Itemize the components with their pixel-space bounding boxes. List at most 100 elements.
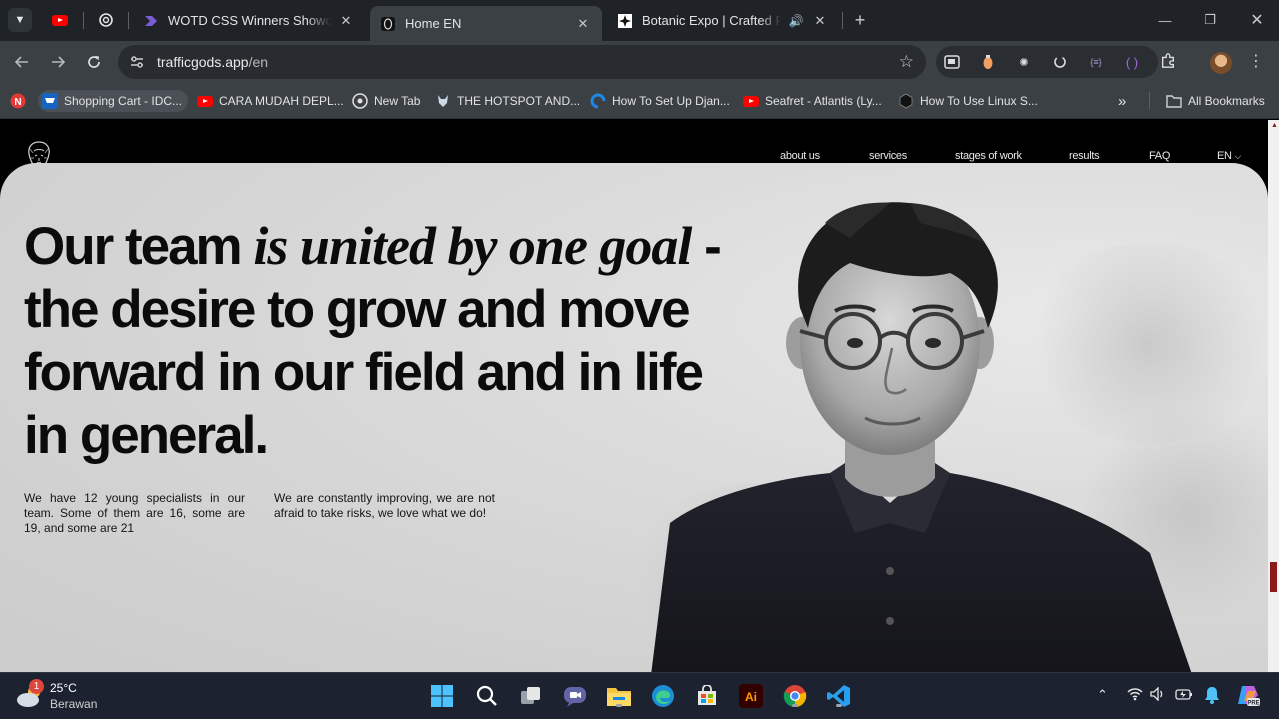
bookmark-label: How To Set Up Djan...	[612, 94, 730, 108]
notification-bell-icon[interactable]	[1204, 686, 1220, 707]
illustrator-button[interactable]: Ai	[737, 682, 765, 710]
edge-icon	[652, 685, 674, 707]
language-selector[interactable]: EN ⌵	[1217, 150, 1241, 162]
wifi-icon[interactable]	[1127, 687, 1143, 704]
scrollbar-thumb[interactable]	[1270, 562, 1277, 592]
teams-chat-button[interactable]	[561, 682, 589, 710]
running-indicator	[792, 704, 798, 707]
close-window-button[interactable]: ✕	[1235, 8, 1279, 32]
vscode-button[interactable]	[825, 682, 853, 710]
botanic-icon	[617, 13, 633, 29]
extension-purple-icon[interactable]: ( )	[1124, 54, 1140, 70]
chrome-button[interactable]	[781, 682, 809, 710]
youtube-icon	[52, 14, 68, 26]
bookmark-label: Seafret - Atlantis (Ly...	[765, 94, 882, 108]
back-button[interactable]	[10, 50, 34, 74]
start-button[interactable]	[428, 682, 456, 710]
forward-button[interactable]	[46, 50, 70, 74]
site-info-icon[interactable]	[129, 54, 145, 70]
bookmark-item[interactable]: Shopping Cart - IDC...	[38, 90, 189, 112]
team-description: We have 12 young specialists in our team…	[24, 491, 245, 535]
traffic-gods-icon	[380, 16, 396, 32]
web-page: about us services stages of work results…	[0, 120, 1268, 672]
cart-icon	[42, 93, 58, 109]
tab-separator	[83, 12, 84, 29]
battery-icon[interactable]	[1175, 687, 1193, 704]
extension-sync-icon[interactable]	[1052, 54, 1068, 70]
address-bar[interactable]: trafficgods.app/en ☆	[118, 45, 926, 79]
bookmark-item[interactable]: New Tab	[352, 90, 420, 112]
volume-icon[interactable]	[1150, 686, 1166, 704]
bookmark-item[interactable]: How To Set Up Djan...	[590, 90, 730, 112]
bookmarks-bar: N Shopping Cart - IDC... CARA MUDAH DEPL…	[0, 82, 1279, 119]
scroll-up-arrow-icon[interactable]: ▲	[1271, 122, 1278, 129]
nav-services[interactable]: services	[869, 150, 907, 162]
windows-taskbar: 1 25°C Berawan Ai ⌃ PRE	[0, 672, 1279, 719]
bookmark-n[interactable]: N	[10, 90, 32, 112]
tab-title: Botanic Expo | Crafted Futur	[642, 13, 781, 28]
copilot-icon[interactable]: PRE	[1236, 683, 1260, 710]
bookmark-item[interactable]: How To Use Linux S...	[898, 90, 1038, 112]
youtube-icon	[743, 93, 759, 109]
tab-home-en[interactable]: Home EN ✕	[370, 6, 602, 41]
new-tab-button[interactable]: +	[850, 10, 870, 30]
chrome-menu-icon[interactable]: ⋮	[1248, 51, 1264, 71]
close-tab-icon[interactable]: ✕	[337, 12, 355, 30]
bookmark-item[interactable]: CARA MUDAH DEPL...	[197, 90, 344, 112]
weather-widget[interactable]: 1 25°C Berawan	[16, 679, 126, 715]
nav-stages-of-work[interactable]: stages of work	[955, 150, 1022, 162]
svg-text:Ai: Ai	[745, 690, 757, 704]
hero-section: Our team is united by one goal - the des…	[0, 163, 1268, 672]
arrow-left-icon	[14, 56, 28, 68]
all-bookmarks-label: All Bookmarks	[1188, 94, 1265, 108]
page-scrollbar[interactable]: ▲	[1268, 120, 1279, 672]
temperature-text: 25°C	[50, 681, 77, 695]
wolf-icon	[435, 93, 451, 109]
pinned-tab-youtube[interactable]	[50, 10, 70, 30]
bookmark-item[interactable]: THE HOTSPOT AND...	[435, 90, 580, 112]
tab-strip: ▼ WOTD CSS Winners Showcase - ✕ Home EN …	[0, 0, 1279, 41]
tab-wotd[interactable]: WOTD CSS Winners Showcase - ✕	[133, 6, 365, 35]
nav-results[interactable]: results	[1069, 150, 1100, 162]
minimize-button[interactable]: —	[1143, 8, 1187, 32]
reload-button[interactable]	[82, 50, 106, 74]
browser-toolbar: trafficgods.app/en ☆ ✺ {≡} ( )	[0, 41, 1279, 82]
picture-in-picture-icon[interactable]	[944, 54, 960, 70]
extensions-puzzle-icon[interactable]	[1160, 53, 1176, 69]
tab-search-dropdown[interactable]: ▼	[8, 8, 32, 32]
profile-avatar[interactable]	[1210, 52, 1232, 74]
url-path: /en	[248, 54, 269, 70]
all-bookmarks-button[interactable]: All Bookmarks	[1166, 90, 1265, 112]
speaker-icon[interactable]: 🔊	[787, 12, 805, 30]
chatgpt-icon	[99, 13, 113, 27]
taskbar-search-button[interactable]	[473, 682, 501, 710]
extension-json-icon[interactable]: {≡}	[1088, 54, 1104, 70]
close-tab-icon[interactable]: ✕	[811, 12, 829, 30]
tray-chevron-up-icon[interactable]: ⌃	[1097, 687, 1108, 703]
extension-orange-icon[interactable]	[980, 54, 996, 70]
edge-button[interactable]	[649, 682, 677, 710]
nav-about-us[interactable]: about us	[780, 150, 820, 162]
pinned-tab-chatgpt[interactable]	[96, 10, 116, 30]
chrome-icon	[352, 93, 368, 109]
tab-separator	[128, 12, 129, 29]
close-tab-icon[interactable]: ✕	[574, 15, 592, 33]
bookmark-star-icon[interactable]: ☆	[899, 52, 914, 72]
bookmark-label: CARA MUDAH DEPL...	[219, 94, 344, 108]
task-view-button[interactable]	[517, 682, 545, 710]
running-indicator	[836, 704, 842, 707]
bookmark-label: Shopping Cart - IDC...	[64, 94, 183, 108]
nav-faq[interactable]: FAQ	[1149, 150, 1170, 162]
file-explorer-button[interactable]	[605, 682, 633, 710]
weather-condition-text: Berawan	[50, 697, 98, 711]
more-bookmarks-chevron-icon[interactable]: »	[1118, 90, 1126, 112]
bookmark-item[interactable]: Seafret - Atlantis (Ly...	[743, 90, 882, 112]
store-button[interactable]	[693, 682, 721, 710]
extension-gear-icon[interactable]: ✺	[1016, 54, 1032, 70]
restore-button[interactable]: ❐	[1188, 8, 1232, 32]
bookmark-label: THE HOTSPOT AND...	[457, 94, 581, 108]
url-text: trafficgods.app/en	[157, 54, 268, 70]
tab-botanic[interactable]: Botanic Expo | Crafted Futur 🔊 ✕	[607, 6, 839, 35]
n-badge-icon: N	[10, 93, 26, 109]
folder-icon	[1166, 93, 1182, 109]
